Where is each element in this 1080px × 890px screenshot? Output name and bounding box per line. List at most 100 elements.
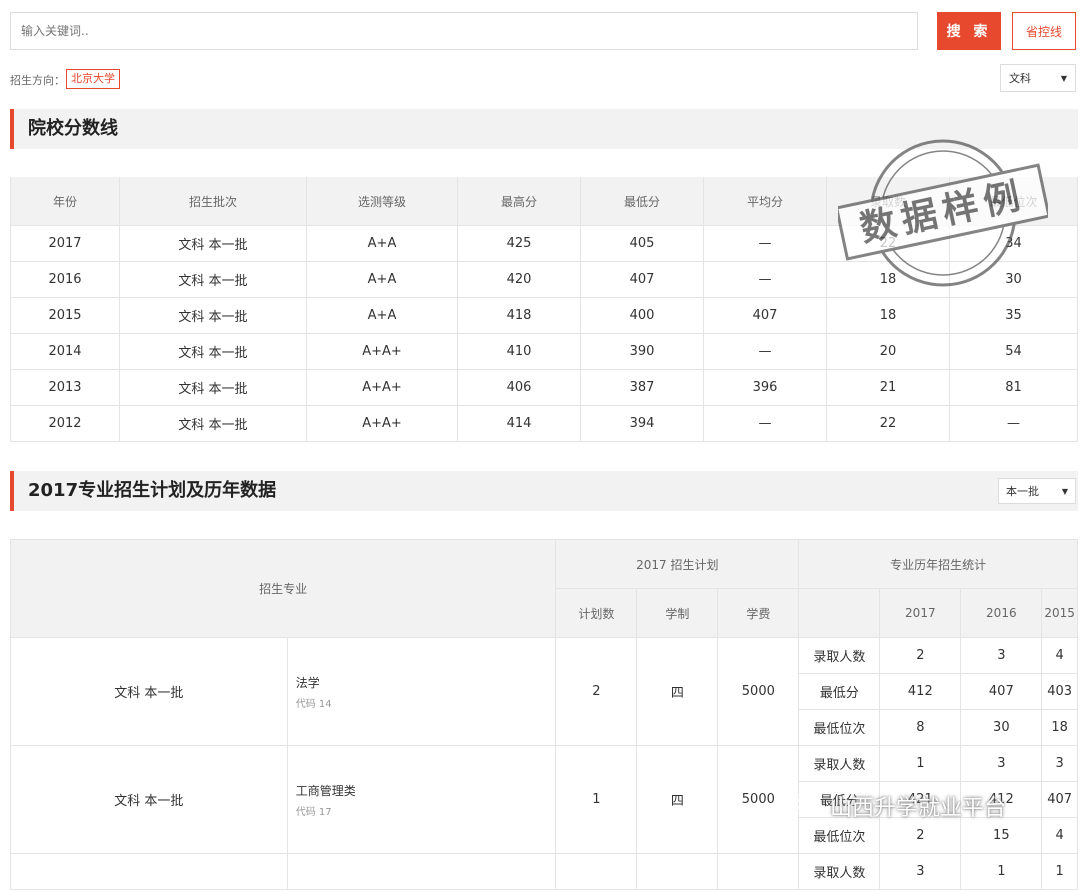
table-cell: 387 xyxy=(580,369,704,406)
wechat-icon xyxy=(796,795,823,816)
column-header: 选测等级 xyxy=(306,177,458,226)
table-cell: 2015 xyxy=(10,297,120,334)
table-cell: 2014 xyxy=(10,333,120,370)
subject-select[interactable]: 文科 ▼ xyxy=(1000,64,1076,92)
major-code: 代码 14 xyxy=(295,698,332,710)
batch-select-value: 本一批 xyxy=(1006,485,1039,498)
stat-value: 3 xyxy=(879,853,962,890)
table-row: 2015 文科 本一批 A+A 418 400 407 18 35 xyxy=(10,297,1078,334)
caret-down-icon: ▼ xyxy=(1061,486,1068,496)
table-cell: 文科 本一批 xyxy=(119,369,307,406)
table-cell: 407 xyxy=(580,261,704,298)
stat-value: 18 xyxy=(1041,709,1078,746)
table-cell: — xyxy=(703,333,827,370)
column-header: 专业历年招生统计 xyxy=(798,539,1078,589)
table-cell: 410 xyxy=(457,333,581,370)
table-cell: 文科 本一批 xyxy=(119,333,307,370)
column-header: 2015 xyxy=(1041,588,1078,638)
table-header-row: 年份 招生批次 选测等级 最高分 最低分 平均分 录取数 最低位次 xyxy=(10,177,1078,226)
table-cell: 文科 本一批 xyxy=(119,261,307,298)
table-cell: 35 xyxy=(949,297,1078,334)
table-cell: 394 xyxy=(580,405,704,442)
plan-count-cell: 2 xyxy=(555,637,638,746)
table-cell: 405 xyxy=(580,225,704,262)
stat-label: 最低分 xyxy=(798,673,881,710)
major-cell: 工商管理类代码 17 xyxy=(286,745,557,854)
column-header: 招生专业 xyxy=(9,539,557,638)
direction-tag[interactable]: 北京大学 xyxy=(66,69,120,89)
table-cell: 20 xyxy=(826,333,950,370)
table-cell: 54 xyxy=(949,333,1078,370)
stat-value: 1 xyxy=(960,853,1043,890)
column-header xyxy=(798,588,881,638)
batch-cell: 文科 本一批 xyxy=(10,745,288,854)
table-cell: 407 xyxy=(703,297,827,334)
stat-value: 1 xyxy=(879,745,962,782)
table-cell: 400 xyxy=(580,297,704,334)
column-header: 2017 招生计划 xyxy=(555,539,800,589)
stat-value: 403 xyxy=(1041,673,1078,710)
table-cell: — xyxy=(703,261,827,298)
table-row: 录取人数 3 1 1 xyxy=(10,853,1078,890)
batch-select[interactable]: 本一批 ▼ xyxy=(998,478,1076,504)
column-header: 学制 xyxy=(636,588,719,638)
major-code: 代码 17 xyxy=(295,806,332,818)
column-header: 学费 xyxy=(717,588,800,638)
major-name: 工商管理类 xyxy=(295,783,356,798)
column-header: 最高分 xyxy=(457,177,581,226)
table-cell: A+A xyxy=(306,225,458,262)
tuition-cell xyxy=(717,853,800,890)
table-row: 文科 本一批 工商管理类 代码 17 1 四 5000 录取人数 1 3 3 xyxy=(10,745,1078,854)
stat-value: 30 xyxy=(960,709,1043,746)
stat-label: 录取人数 xyxy=(798,745,881,782)
plan-section-header: 2017专业招生计划及历年数据 本一批 ▼ xyxy=(10,471,1078,511)
table-cell: A+A+ xyxy=(306,333,458,370)
table-cell: 396 xyxy=(703,369,827,406)
table-cell: 2017 xyxy=(10,225,120,262)
study-years-cell: 四 xyxy=(636,745,719,854)
major-cell xyxy=(286,853,557,890)
stat-value: 2 xyxy=(879,637,962,674)
column-header: 最低分 xyxy=(580,177,704,226)
plan-table: 招生专业 2017 招生计划 专业历年招生统计 计划数 学制 学费 2017 2… xyxy=(9,539,1078,890)
stat-value: 407 xyxy=(1041,781,1078,818)
batch-cell xyxy=(10,853,288,890)
stat-value: 15 xyxy=(960,817,1043,854)
stat-value: 3 xyxy=(1041,745,1078,782)
search-input[interactable] xyxy=(10,12,918,50)
major-cell: 法学代码 14 xyxy=(286,637,557,746)
stat-value: 3 xyxy=(960,637,1043,674)
section-title: 2017专业招生计划及历年数据 xyxy=(28,480,277,501)
table-row: 文科 本一批 法学 代码 14 2 四 5000 录取人数 2 3 4 xyxy=(10,637,1078,746)
stat-value: 8 xyxy=(879,709,962,746)
table-cell: A+A+ xyxy=(306,405,458,442)
table-cell: 30 xyxy=(949,261,1078,298)
table-cell: 2016 xyxy=(10,261,120,298)
column-header: 录取数 xyxy=(826,177,950,226)
table-cell: 414 xyxy=(457,405,581,442)
column-header: 年份 xyxy=(10,177,120,226)
table-cell: 21 xyxy=(826,369,950,406)
table-row: 2012 文科 本一批 A+A+ 414 394—22— xyxy=(10,405,1078,442)
wechat-watermark: 山西升学就业平台 xyxy=(796,790,1006,822)
section-title: 院校分数线 xyxy=(28,118,118,139)
table-cell: 文科 本一批 xyxy=(119,405,307,442)
table-cell: 22 xyxy=(826,405,950,442)
column-header: 2017 xyxy=(879,588,962,638)
stat-label: 录取人数 xyxy=(798,637,881,674)
table-cell: 425 xyxy=(457,225,581,262)
score-section-header: 院校分数线 xyxy=(10,109,1078,149)
table-row: 2014 文科 本一批 A+A+ 410 390—20 54 xyxy=(10,333,1078,370)
table-cell: A+A xyxy=(306,261,458,298)
search-button[interactable]: 搜 索 xyxy=(937,12,1001,50)
batch-cell: 文科 本一批 xyxy=(10,637,288,746)
stat-value: 4 xyxy=(1041,637,1078,674)
table-row: 2017 文科 本一批 A+A 425 405—22 34 xyxy=(10,225,1078,262)
major-name: 法学 xyxy=(295,675,320,690)
stat-value: 407 xyxy=(960,673,1043,710)
watermark-text: 山西升学就业平台 xyxy=(830,796,1007,821)
table-cell: A+A xyxy=(306,297,458,334)
provincial-line-button[interactable]: 省控线 xyxy=(1012,12,1076,50)
table-cell: 81 xyxy=(949,369,1078,406)
column-header: 招生批次 xyxy=(119,177,307,226)
